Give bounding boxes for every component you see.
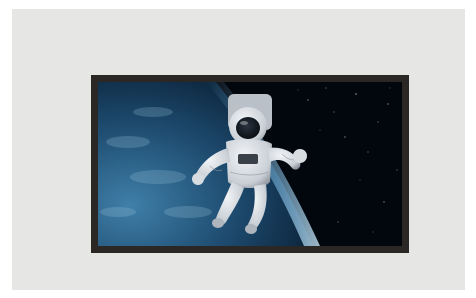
display-screen [98, 82, 402, 246]
display-frame [91, 75, 409, 253]
helmet-visor [236, 117, 260, 139]
right-boot [245, 224, 257, 234]
left-glove [192, 173, 204, 185]
astronaut-space-image [98, 82, 402, 246]
wall-background [12, 9, 465, 290]
chest-control-panel [238, 154, 258, 164]
left-boot [212, 218, 224, 228]
right-glove [293, 149, 307, 163]
